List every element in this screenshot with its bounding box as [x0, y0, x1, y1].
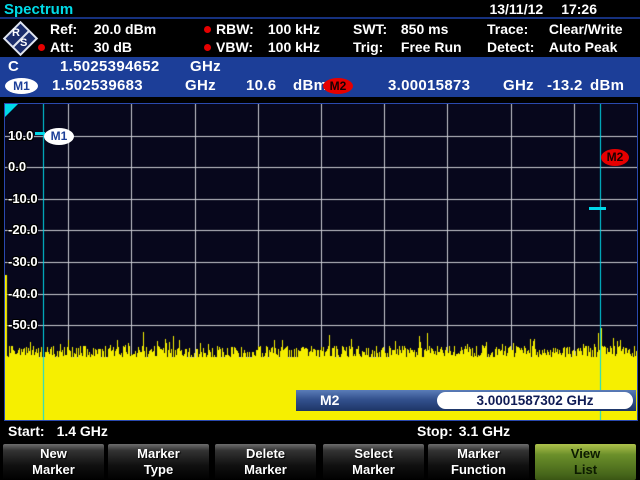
time-label: 17:26: [561, 1, 597, 17]
marker-readout-bar: C 1.5025394652 GHz M1 1.502539683 GHz 10…: [0, 57, 640, 97]
y-axis-label: -20.0: [8, 222, 38, 238]
rbw-field: RBW: 100 kHz: [216, 21, 320, 39]
center-freq-label: C: [8, 58, 19, 75]
marker-type-button[interactable]: Marker Type: [108, 444, 209, 480]
y-axis-label: 0.0: [8, 159, 26, 175]
y-axis-label: -50.0: [8, 317, 38, 333]
title-bar: Spectrum 13/11/12 17:26: [0, 0, 640, 19]
marker1-freq: 1.502539683: [52, 77, 143, 94]
y-axis-label: -40.0: [8, 286, 38, 302]
delete-marker-button[interactable]: Delete Marker: [215, 444, 316, 480]
trace1-corner-icon: [5, 104, 18, 117]
marker2-level-unit: dBm: [590, 77, 624, 94]
coupled-dot-icon: [204, 26, 211, 33]
y-axis-label: -10.0: [8, 191, 38, 207]
coupled-dot-icon: [204, 44, 211, 51]
datetime: 13/11/12 17:26: [471, 1, 597, 17]
marker1-graph-handle[interactable]: M1: [44, 128, 74, 145]
detector-field: Detect: Auto Peak: [487, 39, 617, 57]
date-label: 13/11/12: [489, 1, 543, 17]
center-freq-value: 1.5025394652: [60, 58, 160, 75]
spectrum-trace-canvas[interactable]: [5, 104, 637, 420]
marker2-freq: 3.00015873: [388, 77, 470, 94]
select-marker-button[interactable]: Select Marker: [323, 444, 424, 480]
marker1-freq-unit: GHz: [185, 77, 216, 94]
marker1-badge: M1: [5, 78, 38, 94]
trace-mode-field: Trace: Clear/Write: [487, 21, 623, 39]
frequency-axis-row: Start:1.4 GHz Stop:3.1 GHz: [0, 421, 640, 442]
y-axis-label: -30.0: [8, 254, 38, 270]
marker-frequency-input[interactable]: 3.0001587302 GHz: [437, 392, 633, 409]
rohde-schwarz-logo-icon: RS: [3, 21, 39, 57]
marker2-level: -13.2: [547, 77, 583, 94]
page-title: Spectrum: [4, 1, 73, 18]
marker1-level: 10.6: [246, 77, 276, 94]
marker2-freq-unit: GHz: [503, 77, 534, 94]
spectrum-graph[interactable]: 10.0 0.0 -10.0 -20.0 -30.0 -40.0 -50.0 M1 M2: [4, 103, 638, 421]
y-axis-label: 10.0: [8, 128, 33, 144]
attenuation-field: Att: 30 dB: [50, 39, 132, 57]
start-frequency: Start:1.4 GHz: [8, 423, 108, 439]
ref-level-field: Ref: 20.0 dBm: [50, 21, 156, 39]
entry-box-label: M2: [320, 392, 339, 408]
swt-field: SWT: 850 ms: [353, 21, 448, 39]
new-marker-button[interactable]: New Marker: [3, 444, 104, 480]
marker-function-button[interactable]: Marker Function: [428, 444, 529, 480]
marker-entry-box: M2 3.0001587302 GHz: [296, 390, 636, 411]
marker2-badge: M2: [323, 78, 353, 94]
center-freq-unit: GHz: [190, 58, 221, 75]
trigger-field: Trig: Free Run: [353, 39, 462, 57]
vbw-field: VBW: 100 kHz: [216, 39, 320, 57]
view-list-button[interactable]: View List: [535, 444, 636, 480]
stop-frequency: Stop:3.1 GHz: [417, 423, 510, 439]
coupled-dot-icon: [38, 44, 45, 51]
marker2-level-dash: [589, 207, 606, 210]
spectrum-analyzer-screen: Spectrum 13/11/12 17:26 RS Ref: 20.0 dBm …: [0, 0, 640, 480]
marker2-graph-handle[interactable]: M2: [601, 149, 629, 166]
settings-panel: RS Ref: 20.0 dBm RBW: 100 kHz SWT: 850 m…: [0, 21, 640, 57]
softkey-bar: New Marker Marker Type Delete Marker Sel…: [0, 443, 640, 480]
